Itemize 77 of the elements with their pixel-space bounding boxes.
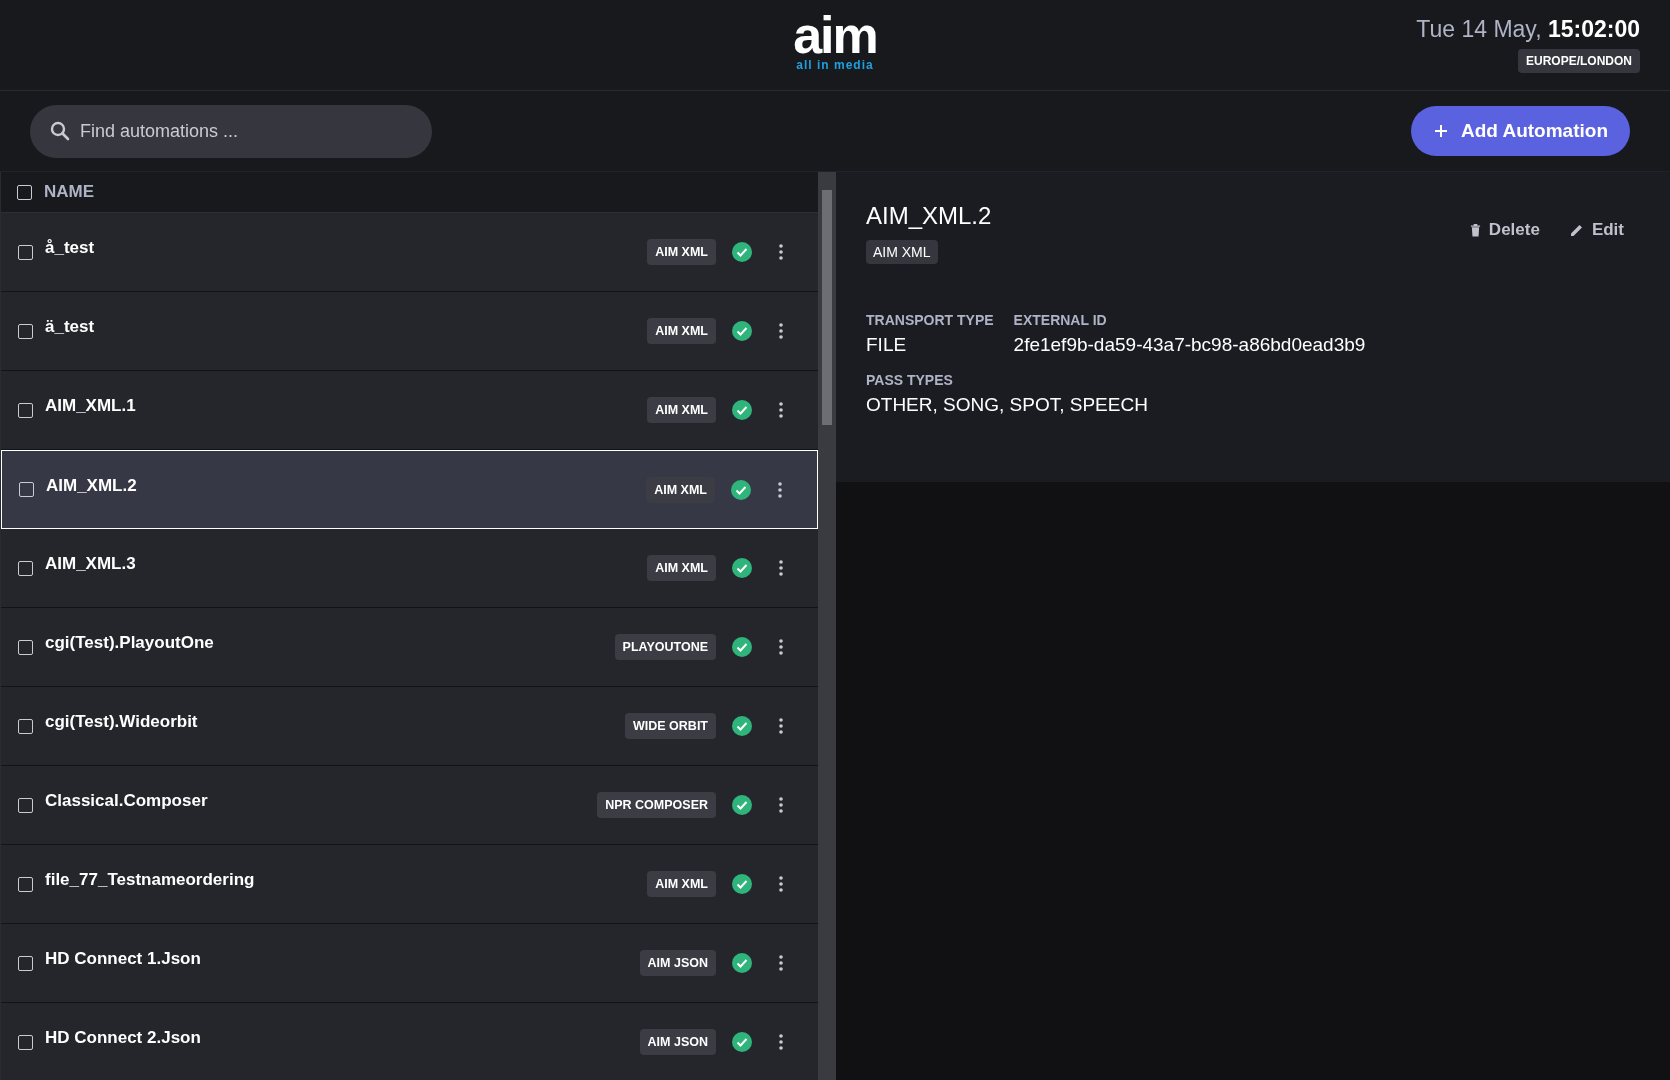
plus-icon <box>1432 123 1449 139</box>
row-checkbox[interactable] <box>18 323 33 339</box>
logo-tagline: all in media <box>796 58 874 72</box>
automation-row[interactable]: cgi(Test).PlayoutOne PLAYOUTONE <box>1 608 818 687</box>
automation-name: file_77_Testnameordering <box>45 870 256 890</box>
row-checkbox[interactable] <box>18 402 33 418</box>
more-options-icon[interactable] <box>778 638 784 656</box>
row-checkbox[interactable] <box>18 718 33 734</box>
edit-button[interactable]: Edit <box>1569 220 1624 240</box>
type-tag: PLAYOUTONE <box>614 634 716 660</box>
automation-row[interactable]: Classical.Composer NPR COMPOSER <box>1 766 818 845</box>
row-checkbox[interactable] <box>18 639 33 655</box>
more-options-icon[interactable] <box>778 401 784 419</box>
more-options-icon[interactable] <box>778 875 784 893</box>
field-value: 2fe1ef9b-da59-43a7-bc98-a86bd0ead3b9 <box>1013 334 1366 356</box>
type-tag: AIM XML <box>647 871 716 897</box>
type-tag: AIM XML <box>646 476 715 503</box>
automation-name: AIM_XML.1 <box>45 396 137 416</box>
type-tag: WIDE ORBIT <box>625 713 716 739</box>
automation-name: å_test <box>45 238 96 258</box>
row-checkbox[interactable] <box>19 482 34 497</box>
type-tag: AIM JSON <box>639 1029 716 1055</box>
delete-button[interactable]: Delete <box>1469 220 1540 240</box>
automation-name: AIM_XML.3 <box>45 554 137 574</box>
logo-wordmark: aim <box>793 12 877 58</box>
automation-row[interactable]: å_test AIM XML <box>1 213 818 292</box>
scrollbar[interactable] <box>818 172 836 1080</box>
field-label: PASS TYPES <box>866 372 954 388</box>
automation-name: Classical.Composer <box>45 791 209 811</box>
automation-name: cgi(Test).PlayoutOne <box>45 633 215 653</box>
more-options-icon[interactable] <box>777 480 783 499</box>
row-checkbox[interactable] <box>18 1034 33 1050</box>
column-header: NAME <box>44 182 95 202</box>
automation-row[interactable]: HD Connect 2.Json AIM JSON <box>1 1003 818 1080</box>
automation-row[interactable]: file_77_Testnameordering AIM XML <box>1 845 818 924</box>
type-tag: AIM JSON <box>639 950 716 976</box>
automation-name: AIM_XML.2 <box>46 476 138 496</box>
automation-name: HD Connect 1.Json <box>45 949 202 969</box>
row-checkbox[interactable] <box>18 560 33 576</box>
automation-row[interactable]: HD Connect 1.Json AIM JSON <box>1 924 818 1003</box>
more-options-icon[interactable] <box>778 322 784 340</box>
type-tag: AIM XML <box>647 239 716 265</box>
search-field[interactable]: Find automations ... <box>30 104 432 158</box>
more-options-icon[interactable] <box>778 1033 784 1051</box>
select-all-checkbox[interactable] <box>17 184 32 200</box>
automation-name: ä_test <box>45 317 96 337</box>
automation-row[interactable]: AIM_XML.2 AIM XML <box>1 450 818 529</box>
automation-row[interactable]: AIM_XML.3 AIM XML <box>1 529 818 608</box>
more-options-icon[interactable] <box>778 243 784 261</box>
automation-name: HD Connect 2.Json <box>45 1028 202 1048</box>
more-options-icon[interactable] <box>778 559 784 577</box>
more-options-icon[interactable] <box>778 717 784 735</box>
row-checkbox[interactable] <box>18 244 33 260</box>
row-checkbox[interactable] <box>18 797 33 813</box>
field-value: OTHER, SONG, SPOT, SPEECH <box>866 394 1149 416</box>
field-label: EXTERNAL ID <box>1013 312 1108 328</box>
more-options-icon[interactable] <box>778 954 784 972</box>
more-options-icon[interactable] <box>778 796 784 814</box>
timezone-badge: EUROPE/LONDON <box>1518 49 1640 73</box>
row-checkbox[interactable] <box>18 955 33 971</box>
date-time: Tue 14 May, 15:02:00 <box>1416 16 1640 43</box>
automation-row[interactable]: ä_test AIM XML <box>1 292 818 371</box>
detail-title: AIM_XML.2 <box>866 202 992 230</box>
add-automation-button[interactable]: Add Automation <box>1410 106 1630 156</box>
row-checkbox[interactable] <box>18 876 33 892</box>
field-value: FILE <box>866 334 908 356</box>
trash-icon <box>1469 223 1481 237</box>
type-tag: NPR COMPOSER <box>597 792 716 818</box>
field-label: TRANSPORT TYPE <box>866 312 994 328</box>
type-tag: AIM XML <box>647 318 716 344</box>
automation-name: cgi(Test).Wideorbit <box>45 712 199 732</box>
type-tag: AIM XML <box>647 397 716 423</box>
type-tag: AIM XML <box>647 555 716 581</box>
automation-row[interactable]: AIM_XML.1 AIM XML <box>1 371 818 450</box>
automation-row[interactable]: cgi(Test).Wideorbit WIDE ORBIT <box>1 687 818 766</box>
type-tag: AIM XML <box>866 240 938 264</box>
pencil-icon <box>1569 223 1584 237</box>
